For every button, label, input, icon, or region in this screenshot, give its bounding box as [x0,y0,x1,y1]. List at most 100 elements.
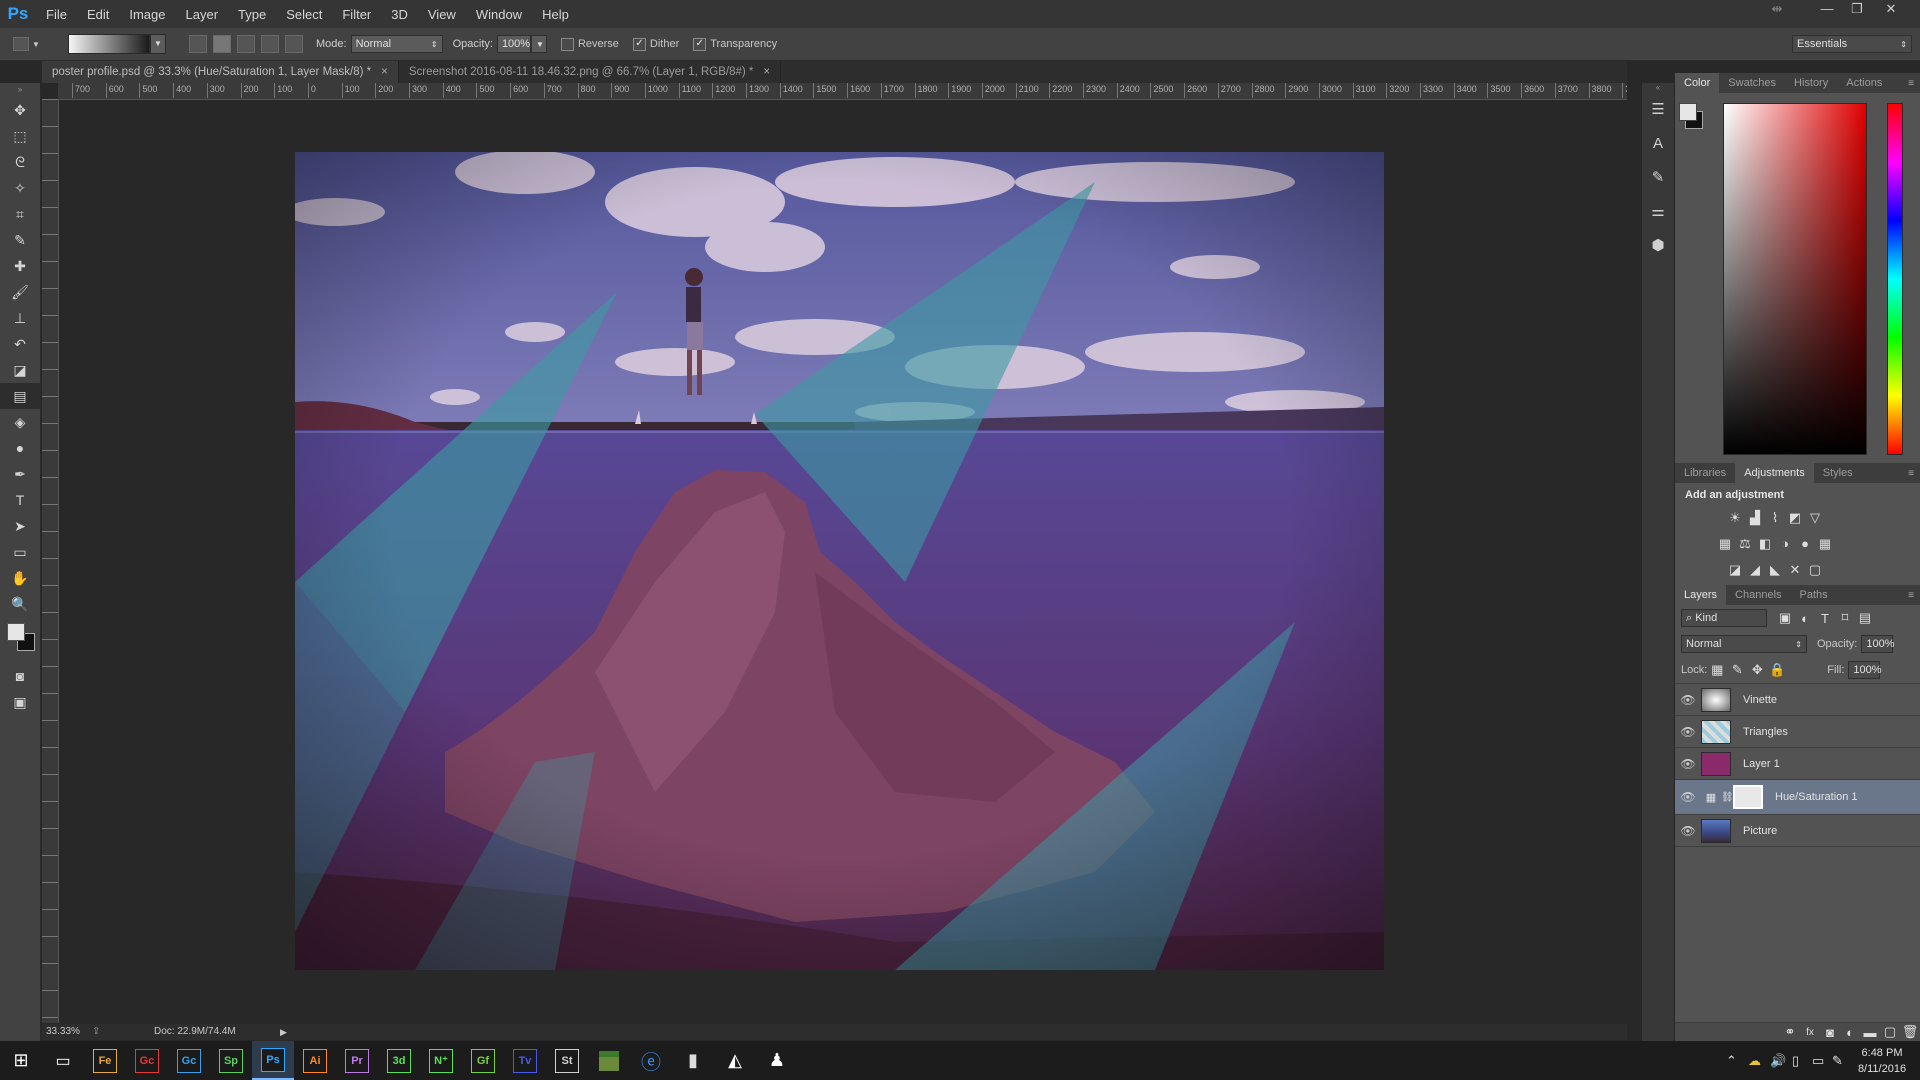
layer-row-vinette[interactable]: 👁 Vinette [1675,684,1920,716]
status-menu-arrow[interactable]: ▶ [280,1024,287,1040]
taskbar-app-7[interactable]: 3d [378,1041,420,1080]
menu-file[interactable]: File [36,7,77,22]
tab-channels[interactable]: Channels [1726,585,1790,605]
exposure-icon[interactable]: ◩ [1785,505,1805,531]
close-icon[interactable]: × [381,66,388,78]
blend-mode-dropdown[interactable]: Normal ⇕ [1681,635,1807,653]
layer-name[interactable]: Picture [1743,825,1777,837]
layer-name[interactable]: Vinette [1743,694,1777,706]
filter-pixel-icon[interactable]: ▣ [1775,610,1795,626]
taskbar-app-11[interactable]: St [546,1041,588,1080]
reverse-checkbox[interactable] [560,37,574,51]
blur-tool-icon[interactable]: ◈ [0,409,40,435]
brush-tool-icon[interactable]: 🖌 [0,279,40,305]
lasso-tool-icon[interactable]: ᘓ [0,149,40,175]
menu-select[interactable]: Select [276,7,332,22]
visibility-eye-icon[interactable]: 👁 [1675,725,1701,739]
link-icon[interactable]: ⚭ [1780,1024,1800,1040]
workspace-dropdown[interactable]: Essentials ⇕ [1792,35,1912,53]
foreground-color-swatch[interactable] [1679,103,1697,121]
tab-poster-profile[interactable]: poster profile.psd @ 33.3% (Hue/Saturati… [42,61,399,83]
visibility-eye-icon[interactable]: 👁 [1675,693,1701,707]
path-selection-tool-icon[interactable]: ➤ [0,513,40,539]
mask-icon[interactable]: ◙ [1820,1025,1840,1040]
dither-checkbox[interactable]: ✓ [632,37,646,51]
layer-mask-thumbnail[interactable] [1733,785,1763,809]
clone-stamp-tool-icon[interactable]: ⊥ [0,305,40,331]
visibility-eye-icon[interactable]: 👁 [1675,790,1701,804]
dodge-tool-icon[interactable]: ● [0,435,40,461]
taskbar-app-0[interactable]: Fe [84,1041,126,1080]
healing-brush-tool-icon[interactable]: ✚ [0,253,40,279]
lock-image-icon[interactable]: ✎ [1727,662,1747,678]
taskbar-app-6[interactable]: Pr [336,1041,378,1080]
layer-name[interactable]: Layer 1 [1743,758,1780,770]
menu-image[interactable]: Image [119,7,175,22]
cloud-icon[interactable]: ☁ [1748,1041,1761,1080]
vibrance-icon[interactable]: ▦ [1715,531,1735,557]
chain-link-icon[interactable]: ⛓ [1721,792,1734,803]
tab-actions[interactable]: Actions [1837,73,1891,93]
brush-presets-icon[interactable]: ⚌ [1642,195,1674,229]
lock-transparent-icon[interactable]: ▦ [1707,662,1727,678]
show-hidden-icons-icon[interactable]: ⌃ [1726,1041,1737,1080]
color-balance-icon[interactable]: ◧ [1755,531,1775,557]
history-brush-tool-icon[interactable]: ↶ [0,331,40,357]
hue-saturation-icon[interactable]: ⚖ [1735,531,1755,557]
filter-adjustment-icon[interactable]: ◐ [1795,611,1815,626]
photo-filter-icon[interactable]: ● [1795,531,1815,557]
properties-panel-icon[interactable]: ☰ [1642,93,1674,127]
canvas-area[interactable] [59,100,1627,1024]
fill-input[interactable]: 100% [1848,661,1882,679]
magic-wand-tool-icon[interactable]: ✧ [0,175,40,201]
screen-mode-icon[interactable]: ▣ [0,689,40,715]
reflected-gradient-icon[interactable] [261,35,279,53]
taskbar-app-5[interactable]: Ai [294,1041,336,1080]
share-icon[interactable]: ⇪ [92,1024,100,1040]
levels-icon[interactable]: ▟ [1745,505,1765,531]
tab-libraries[interactable]: Libraries [1675,463,1735,483]
taskbar-app-device[interactable]: ▮ [672,1041,714,1080]
black-white-icon[interactable]: ◑ [1775,531,1795,557]
brush-panel-icon[interactable]: ✎ [1642,161,1674,195]
new-layer-icon[interactable]: ▢ [1880,1024,1900,1040]
folder-icon[interactable]: ▬ [1860,1025,1880,1040]
layer-opacity-input[interactable]: 100% [1861,635,1895,653]
move-tool-icon[interactable]: ✥ [0,97,40,123]
channel-mixer-icon[interactable]: ▢ [1805,557,1825,583]
vertical-ruler[interactable] [42,99,59,1023]
panel-menu-icon[interactable]: ≡ [1908,590,1914,601]
curves-icon[interactable]: ⌇ [1765,505,1785,531]
pen-icon[interactable]: ✎ [1832,1041,1843,1080]
hue-slider[interactable] [1887,103,1903,455]
volume-icon[interactable]: 🔊 [1770,1041,1786,1080]
filter-shape-icon[interactable]: ⌑ [1835,610,1855,626]
tab-adjustments[interactable]: Adjustments [1735,463,1814,483]
rectangle-tool-icon[interactable]: ▭ [0,539,40,565]
horizontal-ruler[interactable]: 700 600 500 400 300 200 100 0 100 200 300 400 500 600… [58,83,1627,100]
hand-tool-icon[interactable]: ✋ [0,565,40,591]
menu-help[interactable]: Help [532,7,579,22]
tab-history[interactable]: History [1785,73,1837,93]
menu-view[interactable]: View [418,7,466,22]
diamond-gradient-icon[interactable] [285,35,303,53]
visibility-eye-icon[interactable]: 👁 [1675,824,1701,838]
marquee-tool-icon[interactable]: ⬚ [0,123,40,149]
clock[interactable]: 6:48 PM 8/11/2016 [1852,1045,1912,1077]
brightness-icon[interactable]: ☀ [1725,505,1745,531]
lock-all-icon[interactable]: 🔒 [1767,662,1787,678]
color-field[interactable] [1723,103,1867,455]
color-lookup-icon[interactable]: ▦ [1815,531,1835,557]
3d-panel-icon[interactable]: ⬢ [1642,229,1674,263]
gradient-map-icon[interactable]: ▽ [1805,505,1825,531]
start-button[interactable]: ⊞ [0,1041,42,1080]
selective-color-icon[interactable]: ✕ [1785,557,1805,583]
layer-name[interactable]: Hue/Saturation 1 [1775,791,1858,803]
visibility-eye-icon[interactable]: 👁 [1675,757,1701,771]
expand-icon[interactable]: « [1642,83,1674,93]
fx-icon[interactable]: fx [1800,1027,1820,1038]
restore-button[interactable]: ❐ [1842,0,1872,20]
taskbar-app-8[interactable]: N⁺ [420,1041,462,1080]
taskbar-app-2[interactable]: Gc [168,1041,210,1080]
gradient-preview[interactable] [68,34,150,54]
